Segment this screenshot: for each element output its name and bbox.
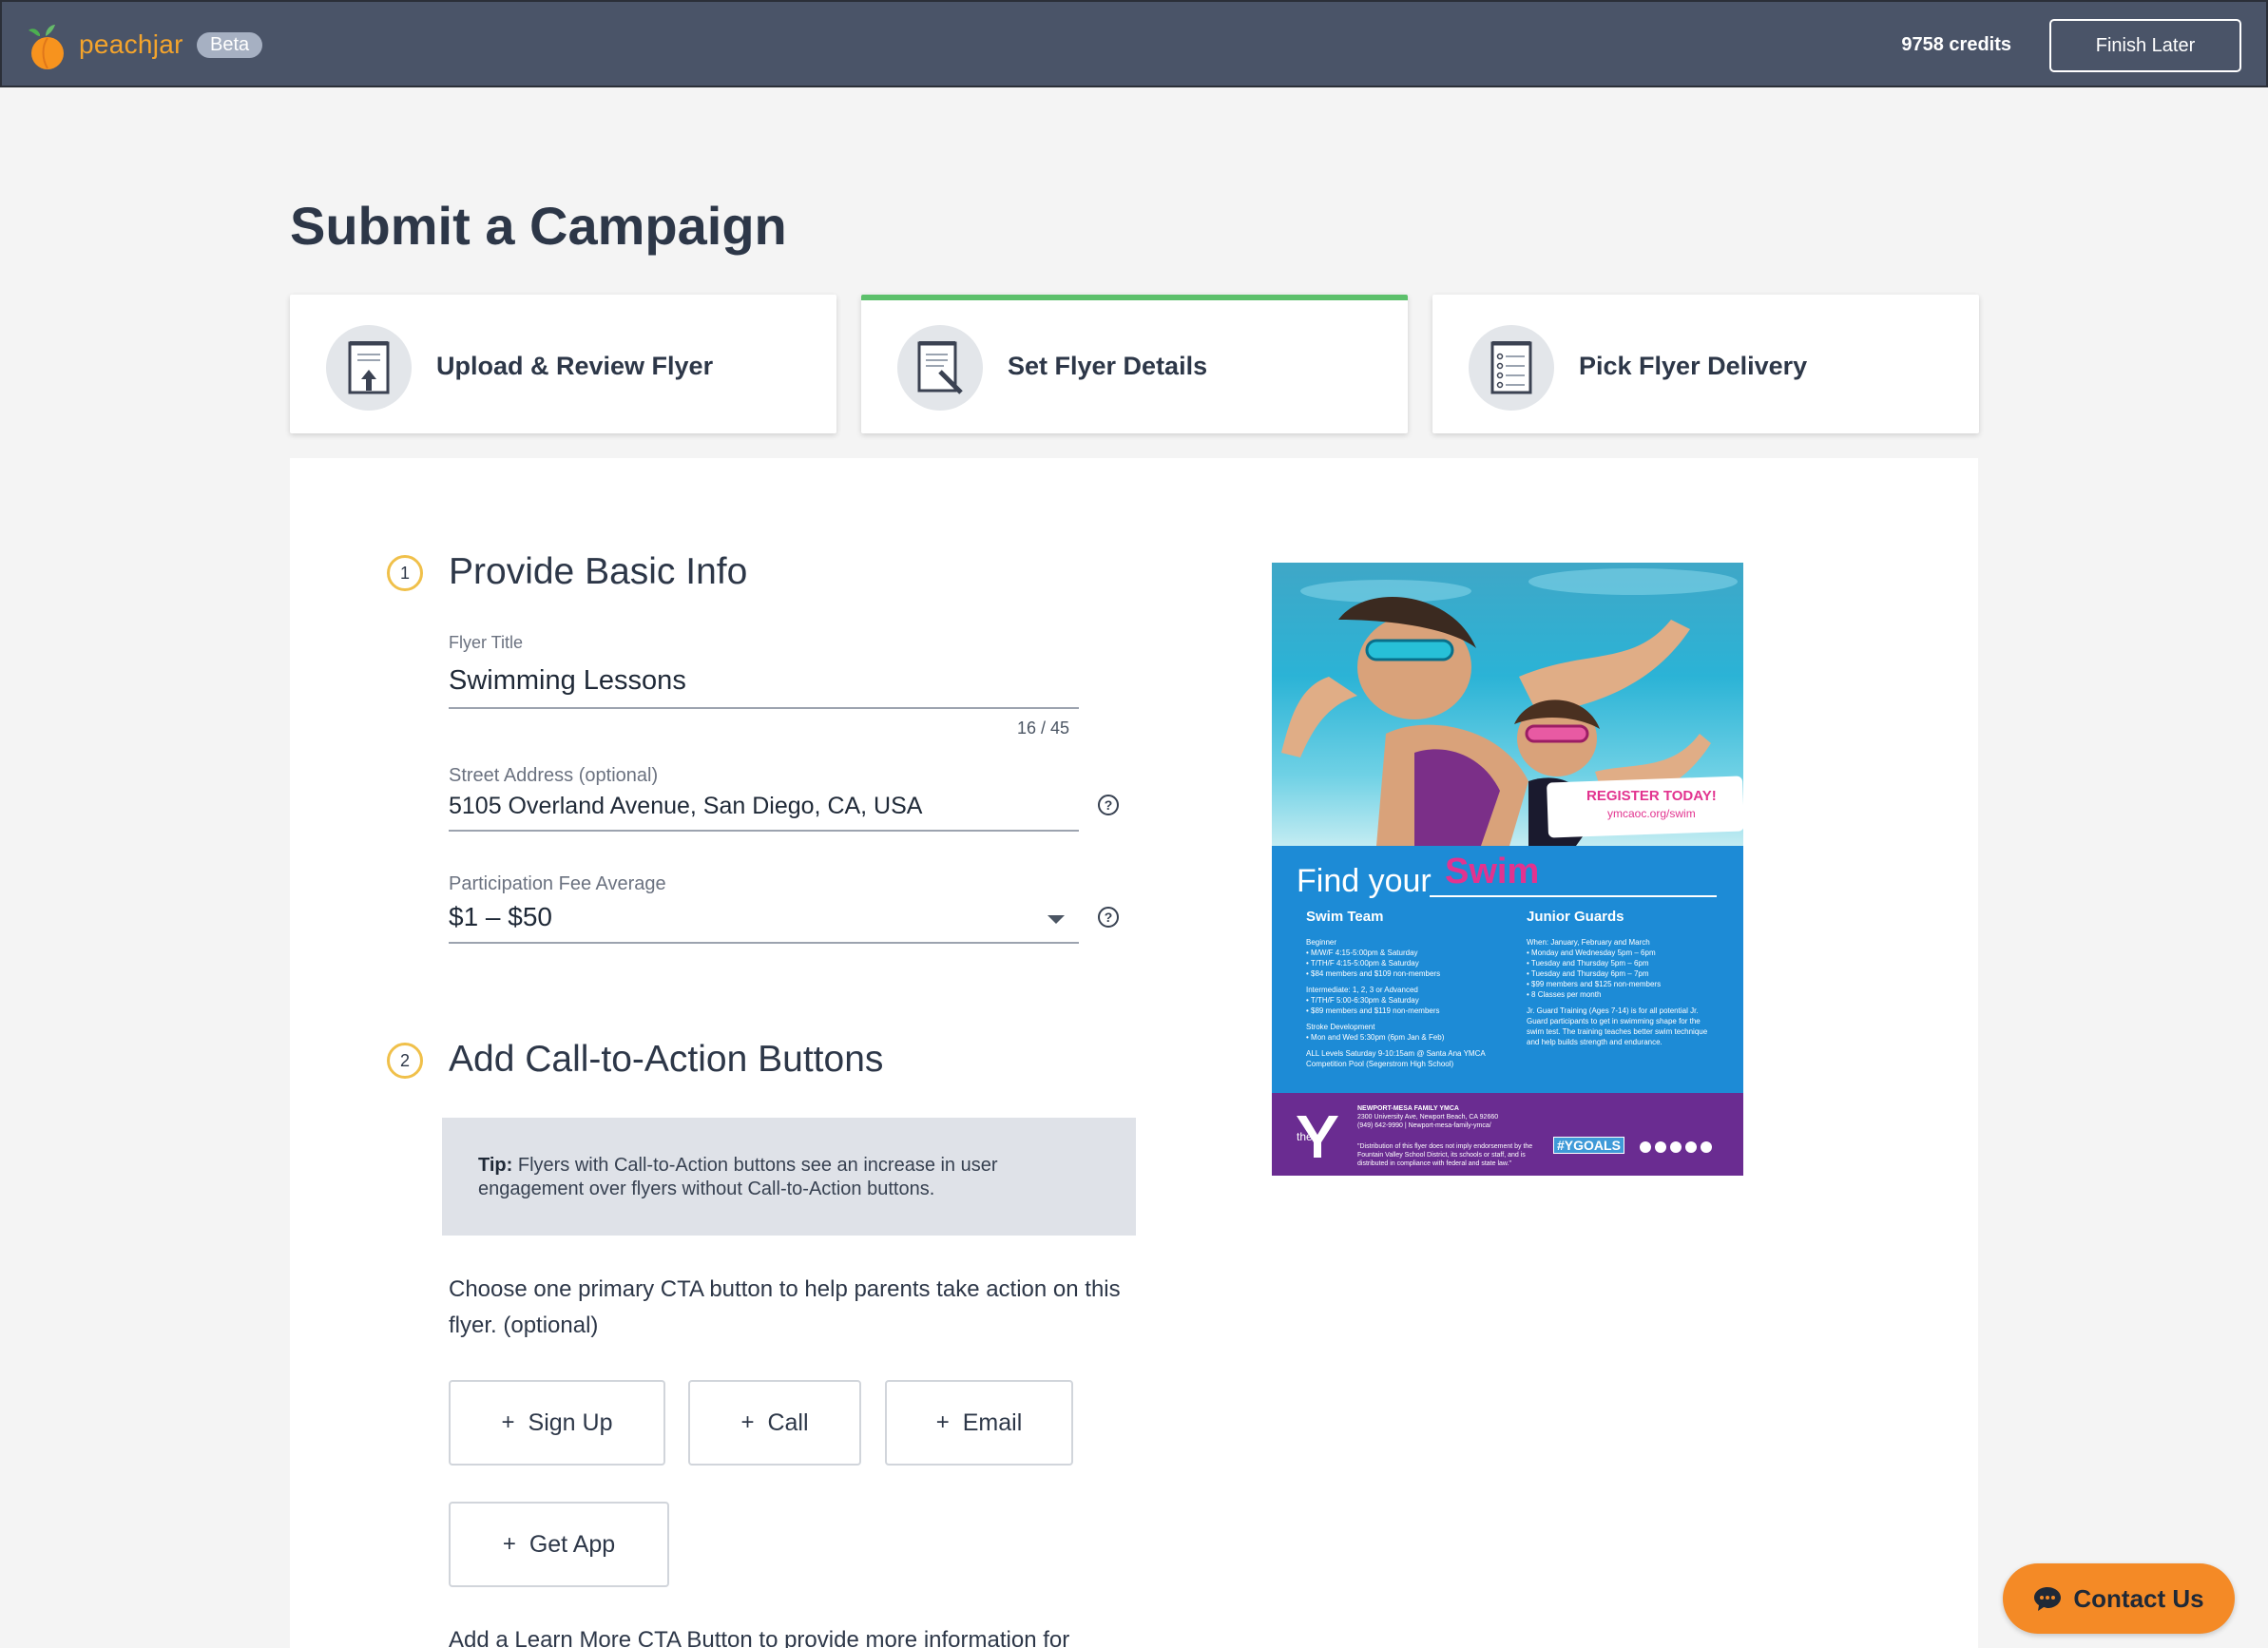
street-address-label: Street Address (optional) bbox=[449, 765, 659, 786]
flyer-info-panel: Find your Swim Swim Team Junior Guards B… bbox=[1272, 846, 1743, 1093]
chat-bubble-icon bbox=[2034, 1587, 2062, 1611]
flyer-footer: the NEWPORT-MESA FAMILY YMCA 2300 Univers… bbox=[1272, 1093, 1743, 1176]
call-cta-button[interactable]: + Call bbox=[688, 1380, 861, 1466]
top-bar: peachjar Beta 9758 credits Finish Later bbox=[0, 0, 2268, 87]
section-title: Provide Basic Info bbox=[449, 551, 748, 592]
page-title: Submit a Campaign bbox=[290, 196, 787, 256]
step-label: Set Flyer Details bbox=[1008, 352, 1208, 380]
finish-later-button[interactable]: Finish Later bbox=[2049, 19, 2241, 72]
flyer-title-underline bbox=[449, 707, 1079, 709]
step-set-details[interactable]: Set Flyer Details bbox=[861, 295, 1408, 433]
section-number-badge: 2 bbox=[387, 1043, 423, 1079]
participation-fee-underline bbox=[449, 942, 1079, 944]
street-address-input[interactable]: 5105 Overland Avenue, San Diego, CA, USA bbox=[449, 793, 922, 820]
character-counter: 16 / 45 bbox=[1017, 719, 1070, 738]
flyer-heading-rule bbox=[1430, 895, 1717, 897]
flyer-disclaimer: "Distribution of this flyer does not imp… bbox=[1357, 1143, 1533, 1167]
flyer-col2-text: When: January, February and March • Monda… bbox=[1527, 938, 1708, 1046]
chevron-down-icon[interactable] bbox=[1048, 915, 1065, 924]
credits-count: 9758 credits bbox=[1901, 34, 2011, 55]
flyer-title-input[interactable]: Swimming Lessons bbox=[449, 665, 686, 697]
flyer-col2-title: Junior Guards bbox=[1527, 909, 1624, 925]
email-cta-button[interactable]: + Email bbox=[885, 1380, 1073, 1466]
facebook-icon bbox=[1640, 1141, 1651, 1153]
cta-description: Choose one primary CTA button to help pa… bbox=[449, 1276, 1121, 1338]
step-upload-review[interactable]: Upload & Review Flyer bbox=[290, 295, 836, 433]
youtube-icon bbox=[1670, 1141, 1682, 1153]
flyer-col1-title: Swim Team bbox=[1306, 909, 1384, 925]
address-help-icon[interactable]: ? bbox=[1098, 795, 1119, 815]
cta-button-label: Call bbox=[767, 1408, 809, 1436]
cta-button-label: Get App bbox=[529, 1530, 616, 1558]
checklist-icon bbox=[1469, 325, 1554, 411]
contact-us-button[interactable]: Contact Us bbox=[2003, 1563, 2235, 1634]
beta-badge: Beta bbox=[197, 32, 263, 58]
cta-button-label: Email bbox=[962, 1408, 1023, 1436]
flyer-heading: Find your bbox=[1297, 863, 1432, 899]
fee-help-icon[interactable]: ? bbox=[1098, 907, 1119, 928]
cta-button-label: Sign Up bbox=[528, 1408, 613, 1436]
tip-text: Flyers with Call-to-Action buttons see a… bbox=[478, 1155, 998, 1199]
brand-name[interactable]: peachjar bbox=[79, 29, 183, 60]
contact-us-label: Contact Us bbox=[2073, 1583, 2204, 1613]
campaign-form-card: 1 Provide Basic Info Flyer Title Swimmin… bbox=[290, 458, 1978, 1648]
section-number-badge: 1 bbox=[387, 555, 423, 591]
twitter-icon bbox=[1655, 1141, 1666, 1153]
flyer-preview[interactable]: Find your Swim Swim Team Junior Guards B… bbox=[1272, 563, 1743, 1176]
sign-up-cta-button[interactable]: + Sign Up bbox=[449, 1380, 665, 1466]
tip-label: Tip: bbox=[478, 1155, 513, 1176]
flyer-register-text: REGISTER TODAY! bbox=[1586, 788, 1717, 804]
section-title: Add Call-to-Action Buttons bbox=[449, 1039, 884, 1080]
participation-fee-select[interactable]: $1 – $50 bbox=[449, 902, 552, 932]
tip-box: Tip: Flyers with Call-to-Action buttons … bbox=[442, 1118, 1136, 1236]
flyer-col1-text: Beginner • M/W/F 4:15-5:00pm & Saturday • … bbox=[1306, 938, 1486, 1068]
plus-icon: + bbox=[935, 1409, 950, 1435]
flyer-hashtag: #YGOALS bbox=[1553, 1137, 1624, 1154]
peach-logo-icon[interactable] bbox=[27, 21, 68, 70]
edit-document-icon bbox=[897, 325, 983, 411]
plus-icon: + bbox=[502, 1531, 516, 1557]
learn-more-description: Add a Learn More CTA Button to provide m… bbox=[449, 1627, 1070, 1648]
upload-document-icon bbox=[326, 325, 412, 411]
step-pick-delivery[interactable]: Pick Flyer Delivery bbox=[1432, 295, 1979, 433]
step-label: Pick Flyer Delivery bbox=[1579, 352, 1808, 380]
flyer-org-info: NEWPORT-MESA FAMILY YMCA 2300 University … bbox=[1357, 1105, 1499, 1129]
plus-icon: + bbox=[501, 1409, 515, 1435]
plus-icon: + bbox=[740, 1409, 755, 1435]
ymca-logo-word: the bbox=[1297, 1130, 1313, 1143]
instagram-icon bbox=[1685, 1141, 1697, 1153]
flyer-title-label: Flyer Title bbox=[449, 633, 524, 652]
get-app-cta-button[interactable]: + Get App bbox=[449, 1502, 669, 1587]
street-address-underline bbox=[449, 830, 1079, 832]
participation-fee-label: Participation Fee Average bbox=[449, 873, 666, 894]
step-label: Upload & Review Flyer bbox=[436, 352, 714, 380]
flyer-register-url: ymcaoc.org/swim bbox=[1607, 807, 1696, 820]
flyer-heading-accent: Swim bbox=[1445, 852, 1540, 891]
linkedin-icon bbox=[1701, 1141, 1712, 1153]
